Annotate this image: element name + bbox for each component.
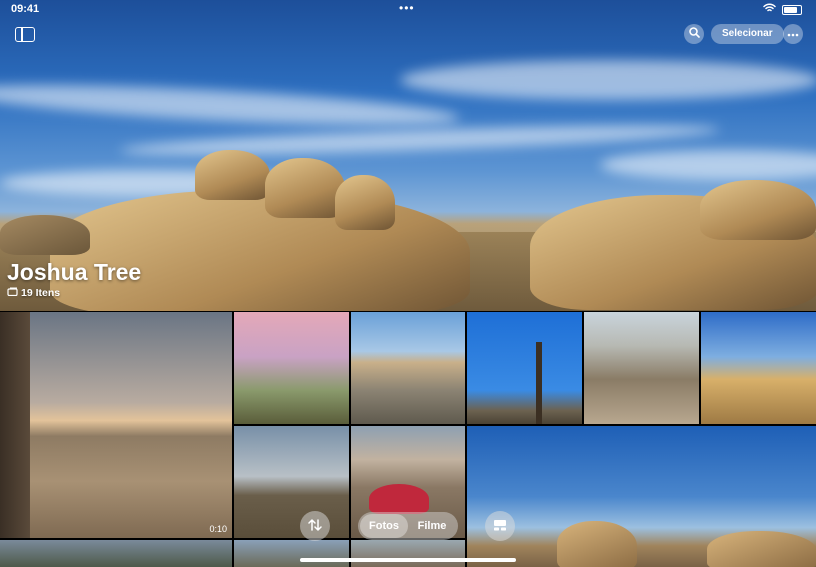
sidebar-toggle-icon[interactable] [15, 27, 35, 42]
status-time: 09:41 [11, 3, 40, 15]
album-count-label: 19 Itens [21, 287, 61, 299]
more-button[interactable] [783, 24, 803, 44]
tab-fotos[interactable]: Fotos [360, 514, 408, 538]
home-indicator [300, 558, 516, 562]
sort-arrows-icon [308, 518, 322, 534]
view-options-button[interactable] [485, 511, 515, 541]
photo-11[interactable] [234, 540, 349, 567]
search-icon [688, 27, 700, 41]
photo-stack-icon [7, 287, 18, 299]
view-toggle-icon [493, 519, 507, 534]
photo-7[interactable] [234, 426, 349, 538]
wifi-icon [763, 3, 776, 16]
video-duration: 0:10 [209, 524, 227, 534]
status-indicators [763, 3, 802, 16]
photo-5[interactable] [584, 312, 699, 424]
ellipsis-icon [787, 28, 799, 40]
tab-filme[interactable]: Filme [408, 514, 456, 538]
battery-icon [782, 4, 802, 15]
album-count: 19 Itens [7, 287, 60, 299]
album-hero: 09:41 ••• Selecionar Joshua Tree 19 Iten… [0, 0, 816, 311]
photo-10[interactable] [0, 540, 232, 567]
photo-12[interactable] [351, 540, 465, 567]
view-segmented-control: Fotos Filme [358, 512, 458, 540]
photo-video-1[interactable]: 0:10 [0, 312, 232, 538]
photo-2[interactable] [234, 312, 349, 424]
multitasking-dots[interactable]: ••• [399, 1, 415, 15]
photo-3[interactable] [351, 312, 465, 424]
photo-6[interactable] [701, 312, 816, 424]
photo-9[interactable] [467, 426, 816, 567]
select-button[interactable]: Selecionar [711, 24, 784, 44]
search-button[interactable] [684, 24, 704, 44]
sort-button[interactable] [300, 511, 330, 541]
album-title: Joshua Tree [7, 259, 142, 285]
photo-4[interactable] [467, 312, 582, 424]
